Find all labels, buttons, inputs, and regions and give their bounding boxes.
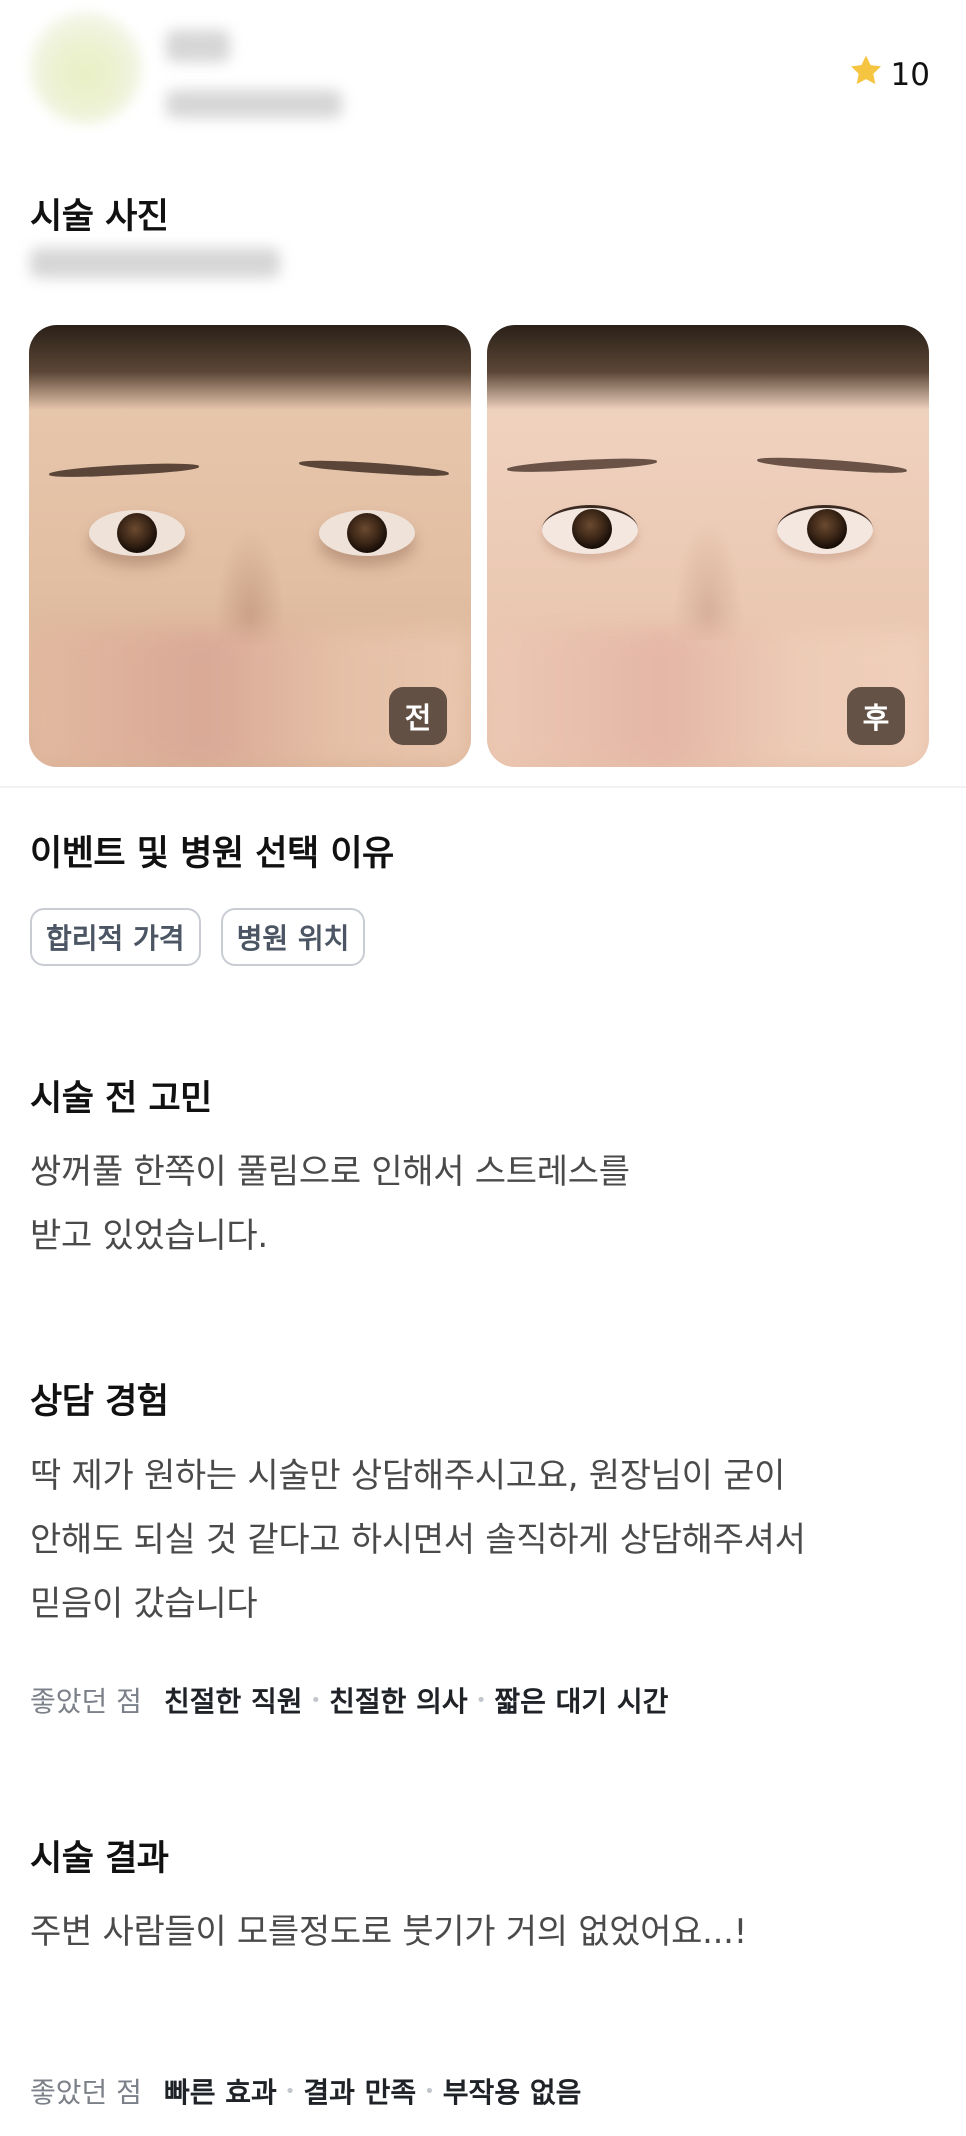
- concern-line: 쌍꺼풀 한쪽이 풀림으로 인해서 스트레스를: [30, 1152, 630, 1192]
- concern-line: 받고 있었습니다.: [30, 1216, 268, 1256]
- result-likes: 좋았던 점 빠른 효과 • 결과 만족 • 부작용 없음: [30, 2071, 581, 2111]
- consult-line: 믿음이 갔습니다: [30, 1584, 258, 1624]
- result-title: 시술 결과: [30, 1839, 169, 1879]
- after-label: 후: [847, 687, 905, 745]
- date-blurred: [166, 90, 342, 118]
- chip-price: 합리적 가격: [30, 908, 201, 966]
- separator-dot: •: [424, 2080, 435, 2102]
- likes-label: 좋았던 점: [30, 1685, 142, 1718]
- procedure-name-blurred: [30, 248, 280, 278]
- after-photo[interactable]: 후: [487, 325, 929, 767]
- separator-dot: •: [310, 1689, 322, 1711]
- result-text: 주변 사람들이 모를정도로 붓기가 거의 없었어요...!: [30, 1900, 747, 1964]
- like-item: 부작용 없음: [442, 2076, 582, 2109]
- concern-title: 시술 전 고민: [30, 1079, 212, 1119]
- rating-value: 10: [890, 57, 930, 93]
- likes-label: 좋았던 점: [30, 2076, 142, 2109]
- like-item: 짧은 대기 시간: [494, 1685, 669, 1718]
- result-line: 주변 사람들이 모를정도로 붓기가 거의 없었어요...!: [30, 1912, 747, 1952]
- photos-title: 시술 사진: [30, 197, 169, 237]
- concern-text: 쌍꺼풀 한쪽이 풀림으로 인해서 스트레스를 받고 있었습니다.: [30, 1140, 630, 1268]
- separator-dot: •: [475, 1689, 487, 1711]
- consult-title: 상담 경험: [30, 1382, 169, 1422]
- avatar[interactable]: [30, 12, 142, 124]
- before-photo[interactable]: 전: [29, 325, 471, 767]
- separator-dot: •: [284, 2080, 296, 2102]
- username-blurred: [166, 30, 230, 62]
- section-divider: [0, 786, 966, 788]
- reason-chips: 합리적 가격 병원 위치: [30, 908, 366, 966]
- star-icon: [847, 52, 885, 98]
- consult-text: 딱 제가 원하는 시술만 상담해주시고요, 원장님이 굳이 안해도 되실 것 같…: [30, 1444, 806, 1636]
- consult-line: 안해도 되실 것 같다고 하시면서 솔직하게 상담해주셔서: [30, 1520, 806, 1560]
- reason-title: 이벤트 및 병원 선택 이유: [30, 834, 394, 874]
- rating: 10: [847, 52, 930, 98]
- like-item: 친절한 의사: [329, 1685, 468, 1718]
- before-label: 전: [389, 687, 447, 745]
- consult-likes: 좋았던 점 친절한 직원 • 친절한 의사 • 짧은 대기 시간: [30, 1680, 668, 1720]
- chip-location: 병원 위치: [220, 908, 366, 966]
- like-item: 친절한 직원: [163, 1685, 303, 1718]
- like-item: 결과 만족: [303, 2076, 417, 2109]
- like-item: 빠른 효과: [163, 2076, 277, 2109]
- consult-line: 딱 제가 원하는 시술만 상담해주시고요, 원장님이 굳이: [30, 1456, 786, 1496]
